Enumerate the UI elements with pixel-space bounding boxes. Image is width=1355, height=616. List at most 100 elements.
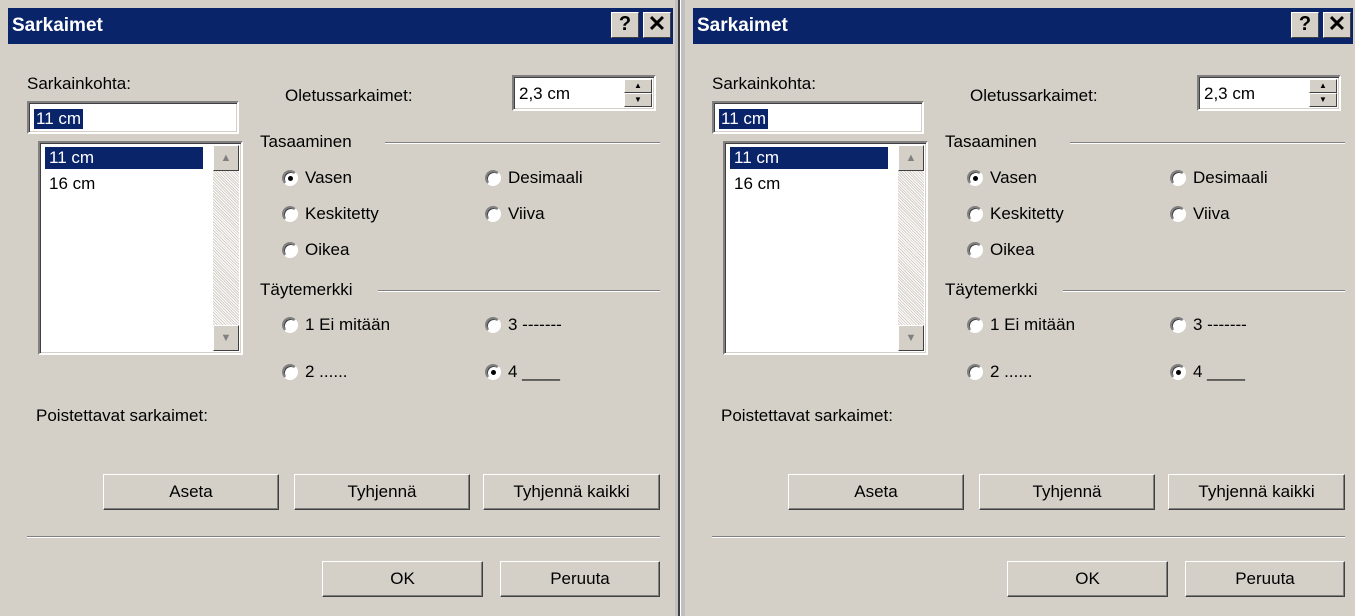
tabs-dialog-right: Sarkaimet ? ✕ Sarkainkohta: 11 cm 11 cm … — [685, 0, 1355, 616]
list-scrollbar[interactable]: ▲ ▼ — [898, 145, 924, 351]
dialog-title: Sarkaimet — [12, 15, 103, 36]
radio-label: Desimaali — [508, 168, 583, 187]
spin-down-icon[interactable]: ▼ — [1309, 93, 1337, 107]
close-button[interactable]: ✕ — [1323, 12, 1351, 38]
list-item[interactable]: 11 cm — [730, 147, 888, 169]
tab-stop-list[interactable]: 11 cm 16 cm ▲ ▼ — [723, 141, 928, 355]
title-bar: Sarkaimet ? ✕ — [8, 8, 673, 44]
leader-none-radio[interactable]: 1 Ei mitään — [282, 315, 390, 335]
leader-dash-radio[interactable]: 3 ------- — [485, 315, 562, 335]
radio-label: 4 ____ — [1193, 362, 1245, 381]
radio-icon — [1170, 206, 1186, 222]
radio-label: 2 ...... — [305, 362, 348, 381]
radio-icon — [1170, 317, 1186, 333]
spin-down-icon[interactable]: ▼ — [624, 93, 652, 107]
spin-up-icon[interactable]: ▲ — [624, 79, 652, 93]
cancel-button[interactable]: Peruuta — [1185, 561, 1345, 597]
radio-label: Keskitetty — [305, 204, 379, 223]
radio-icon — [485, 317, 501, 333]
tab-stop-list[interactable]: 11 cm 16 cm ▲ ▼ — [38, 141, 243, 355]
tab-stop-position-input[interactable]: 11 cm — [712, 101, 924, 134]
tab-stop-position-input[interactable]: 11 cm — [27, 101, 239, 134]
radio-icon — [967, 364, 983, 380]
align-bar-radio[interactable]: Viiva — [1170, 204, 1230, 224]
radio-icon — [967, 206, 983, 222]
default-tabs-label: Oletussarkaimet: — [970, 86, 1098, 105]
scroll-up-icon[interactable]: ▲ — [213, 145, 239, 171]
window-separator — [675, 0, 685, 616]
close-icon: ✕ — [647, 11, 667, 36]
set-button[interactable]: Aseta — [788, 474, 964, 510]
align-left-radio[interactable]: Vasen — [967, 168, 1037, 188]
default-tabs-label: Oletussarkaimet: — [285, 86, 413, 105]
leader-dash-radio[interactable]: 3 ------- — [1170, 315, 1247, 335]
radio-icon — [485, 170, 501, 186]
align-decimal-radio[interactable]: Desimaali — [485, 168, 583, 188]
leader-underline-radio[interactable]: 4 ____ — [485, 362, 560, 382]
radio-label: 1 Ei mitään — [305, 315, 391, 334]
radio-label: Viiva — [508, 204, 545, 223]
radio-label: 3 ------- — [508, 315, 562, 334]
radio-icon — [967, 317, 983, 333]
clear-all-button[interactable]: Tyhjennä kaikki — [1168, 474, 1345, 510]
default-tabs-spinner[interactable]: 2,3 cm ▲ ▼ — [1197, 75, 1341, 111]
leader-dot-radio[interactable]: 2 ...... — [967, 362, 1033, 382]
leader-dot-radio[interactable]: 2 ...... — [282, 362, 348, 382]
ok-button[interactable]: OK — [1007, 561, 1168, 597]
tab-stop-position-label: Sarkainkohta: — [712, 74, 816, 93]
radio-icon — [485, 206, 501, 222]
help-button[interactable]: ? — [1291, 12, 1319, 38]
clear-button[interactable]: Tyhjennä — [294, 474, 470, 510]
list-item[interactable]: 16 cm — [45, 173, 99, 195]
list-item[interactable]: 16 cm — [730, 173, 784, 195]
default-tabs-spinner[interactable]: 2,3 cm ▲ ▼ — [512, 75, 656, 111]
radio-label: Oikea — [305, 240, 350, 259]
scroll-down-icon[interactable]: ▼ — [898, 325, 924, 351]
help-icon: ? — [618, 13, 632, 35]
clear-all-button[interactable]: Tyhjennä kaikki — [483, 474, 660, 510]
radio-label: 1 Ei mitään — [990, 315, 1076, 334]
radio-icon — [485, 364, 501, 380]
list-item[interactable]: 11 cm — [45, 147, 203, 169]
align-left-radio[interactable]: Vasen — [282, 168, 352, 188]
spin-buttons: ▲ ▼ — [1309, 79, 1337, 107]
align-right-radio[interactable]: Oikea — [282, 240, 349, 260]
radio-icon — [282, 206, 298, 222]
cancel-button[interactable]: Peruuta — [500, 561, 660, 597]
tab-stop-position-value: 11 cm — [719, 109, 769, 129]
tabs-to-clear-label: Poistettavat sarkaimet: — [36, 406, 208, 425]
tabs-to-clear-label: Poistettavat sarkaimet: — [721, 406, 893, 425]
close-icon: ✕ — [1327, 11, 1347, 36]
tab-stop-position-label: Sarkainkohta: — [27, 74, 131, 93]
align-center-radio[interactable]: Keskitetty — [282, 204, 379, 224]
scroll-down-icon[interactable]: ▼ — [213, 325, 239, 351]
default-tabs-value: 2,3 cm — [519, 84, 571, 103]
dialog-title: Sarkaimet — [697, 15, 788, 36]
ok-button[interactable]: OK — [322, 561, 483, 597]
leader-none-radio[interactable]: 1 Ei mitään — [967, 315, 1075, 335]
align-right-radio[interactable]: Oikea — [967, 240, 1034, 260]
help-button[interactable]: ? — [611, 12, 639, 38]
spin-buttons: ▲ ▼ — [624, 79, 652, 107]
scroll-up-icon[interactable]: ▲ — [898, 145, 924, 171]
radio-icon — [1170, 170, 1186, 186]
align-bar-radio[interactable]: Viiva — [485, 204, 545, 224]
close-button[interactable]: ✕ — [643, 12, 671, 38]
radio-label: 2 ...... — [990, 362, 1033, 381]
align-center-radio[interactable]: Keskitetty — [967, 204, 1064, 224]
radio-label: Vasen — [990, 168, 1037, 187]
group-divider — [378, 290, 660, 292]
radio-label: Viiva — [1193, 204, 1230, 223]
group-divider — [385, 142, 660, 144]
clear-button[interactable]: Tyhjennä — [979, 474, 1155, 510]
leader-underline-radio[interactable]: 4 ____ — [1170, 362, 1245, 382]
group-divider — [1070, 142, 1345, 144]
tab-stop-position-value: 11 cm — [34, 109, 84, 129]
tabs-dialog-left: Sarkaimet ? ✕ Sarkainkohta: 11 cm 11 cm … — [0, 0, 675, 616]
spin-up-icon[interactable]: ▲ — [1309, 79, 1337, 93]
align-decimal-radio[interactable]: Desimaali — [1170, 168, 1268, 188]
radio-label: Vasen — [305, 168, 352, 187]
list-scrollbar[interactable]: ▲ ▼ — [213, 145, 239, 351]
radio-label: Oikea — [990, 240, 1035, 259]
set-button[interactable]: Aseta — [103, 474, 279, 510]
